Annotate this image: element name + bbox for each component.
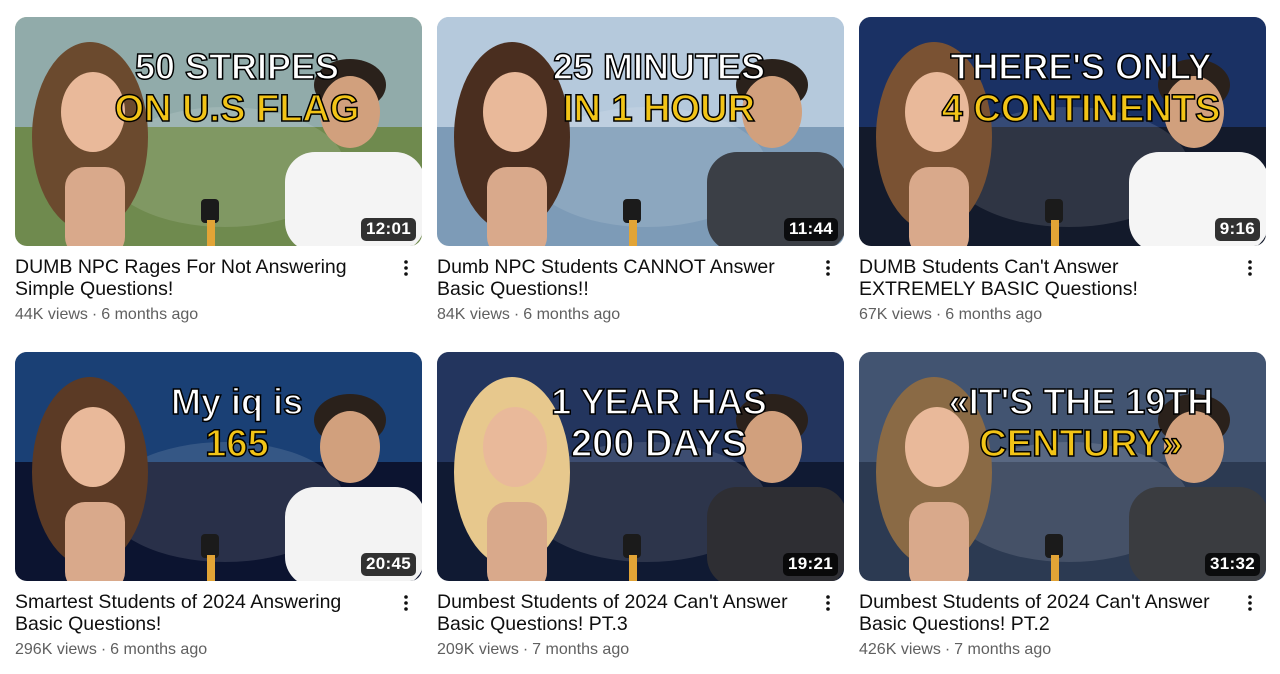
separator: · — [944, 641, 951, 658]
svg-text:ON U.S FLAG: ON U.S FLAG — [115, 88, 360, 130]
video-duration: 11:44 — [783, 218, 838, 241]
svg-text:1 YEAR HAS: 1 YEAR HAS — [551, 381, 766, 422]
video-duration: 12:01 — [361, 218, 416, 241]
video-stats: 67K views · 6 months ago — [859, 306, 1230, 324]
view-count: 44K views — [15, 306, 88, 323]
video-card[interactable]: 50 STRIPES ON U.S FLAG 12:01 DUMB NPC Ra… — [15, 17, 422, 327]
video-meta: Smartest Students of 2024 Answering Basi… — [15, 581, 422, 659]
thumbnail-art: «IT'S THE 19TH CENTURY» — [859, 352, 1266, 581]
svg-text:50 STRIPES: 50 STRIPES — [135, 46, 339, 87]
view-count: 67K views — [859, 306, 932, 323]
vertical-ellipsis-icon[interactable] — [1240, 589, 1260, 617]
video-meta: Dumb NPC Students CANNOT Answer Basic Qu… — [437, 246, 844, 324]
upload-age: 7 months ago — [532, 641, 630, 658]
svg-text:CENTURY»: CENTURY» — [979, 423, 1182, 465]
svg-text:200 DAYS: 200 DAYS — [571, 423, 747, 465]
video-meta: Dumbest Students of 2024 Can't Answer Ba… — [437, 581, 844, 659]
video-card[interactable]: My iq is 165 20:45 Smartest Students of … — [15, 352, 422, 662]
svg-text:4 CONTINENTS: 4 CONTINENTS — [942, 88, 1221, 130]
separator: · — [513, 306, 520, 323]
video-stats: 84K views · 6 months ago — [437, 306, 808, 324]
video-duration: 31:32 — [1205, 553, 1260, 576]
view-count: 209K views — [437, 641, 519, 658]
view-count: 84K views — [437, 306, 510, 323]
video-grid: 50 STRIPES ON U.S FLAG 12:01 DUMB NPC Ra… — [15, 17, 1266, 662]
thumbnail-art: 25 MINUTES IN 1 HOUR — [437, 17, 844, 246]
thumbnail-art: 50 STRIPES ON U.S FLAG — [15, 17, 422, 246]
upload-age: 6 months ago — [523, 306, 621, 323]
svg-text:25 MINUTES: 25 MINUTES — [553, 46, 765, 87]
video-meta: Dumbest Students of 2024 Can't Answer Ba… — [859, 581, 1266, 659]
video-card[interactable]: 25 MINUTES IN 1 HOUR 11:44 Dumb NPC Stud… — [437, 17, 844, 327]
video-thumbnail[interactable]: THERE'S ONLY 4 CONTINENTS 9:16 — [859, 17, 1266, 246]
vertical-ellipsis-icon[interactable] — [1240, 254, 1260, 282]
video-card[interactable]: «IT'S THE 19TH CENTURY» 31:32 Dumbest St… — [859, 352, 1266, 662]
thumbnail-art: 1 YEAR HAS 200 DAYS — [437, 352, 844, 581]
separator: · — [935, 306, 942, 323]
video-title[interactable]: DUMB Students Can't Answer EXTREMELY BAS… — [859, 256, 1230, 300]
vertical-ellipsis-icon[interactable] — [396, 589, 416, 617]
thumbnail-art: THERE'S ONLY 4 CONTINENTS — [859, 17, 1266, 246]
video-meta: DUMB Students Can't Answer EXTREMELY BAS… — [859, 246, 1266, 324]
video-card[interactable]: 1 YEAR HAS 200 DAYS 19:21 Dumbest Studen… — [437, 352, 844, 662]
vertical-ellipsis-icon[interactable] — [396, 254, 416, 282]
upload-age: 6 months ago — [945, 306, 1043, 323]
upload-age: 7 months ago — [954, 641, 1052, 658]
video-title[interactable]: Dumbest Students of 2024 Can't Answer Ba… — [437, 591, 808, 635]
svg-text:My iq is: My iq is — [171, 381, 303, 422]
svg-text:«IT'S THE 19TH: «IT'S THE 19TH — [949, 381, 1214, 422]
upload-age: 6 months ago — [110, 641, 208, 658]
vertical-ellipsis-icon[interactable] — [818, 589, 838, 617]
vertical-ellipsis-icon[interactable] — [818, 254, 838, 282]
video-duration: 9:16 — [1214, 218, 1260, 241]
video-title[interactable]: DUMB NPC Rages For Not Answering Simple … — [15, 256, 386, 300]
video-stats: 209K views · 7 months ago — [437, 641, 808, 659]
video-title[interactable]: Dumbest Students of 2024 Can't Answer Ba… — [859, 591, 1230, 635]
video-thumbnail[interactable]: «IT'S THE 19TH CENTURY» 31:32 — [859, 352, 1266, 581]
thumbnail-art: My iq is 165 — [15, 352, 422, 581]
video-stats: 296K views · 6 months ago — [15, 641, 386, 659]
video-duration: 19:21 — [783, 553, 838, 576]
svg-text:IN 1 HOUR: IN 1 HOUR — [563, 88, 755, 130]
upload-age: 6 months ago — [101, 306, 199, 323]
video-card[interactable]: THERE'S ONLY 4 CONTINENTS 9:16 DUMB Stud… — [859, 17, 1266, 327]
svg-text:THERE'S ONLY: THERE'S ONLY — [950, 46, 1211, 87]
separator: · — [100, 641, 107, 658]
video-stats: 426K views · 7 months ago — [859, 641, 1230, 659]
video-thumbnail[interactable]: 1 YEAR HAS 200 DAYS 19:21 — [437, 352, 844, 581]
view-count: 426K views — [859, 641, 941, 658]
video-title[interactable]: Smartest Students of 2024 Answering Basi… — [15, 591, 386, 635]
video-thumbnail[interactable]: 50 STRIPES ON U.S FLAG 12:01 — [15, 17, 422, 246]
separator: · — [91, 306, 98, 323]
video-thumbnail[interactable]: My iq is 165 20:45 — [15, 352, 422, 581]
video-title[interactable]: Dumb NPC Students CANNOT Answer Basic Qu… — [437, 256, 808, 300]
video-duration: 20:45 — [361, 553, 416, 576]
video-meta: DUMB NPC Rages For Not Answering Simple … — [15, 246, 422, 324]
separator: · — [522, 641, 529, 658]
svg-text:165: 165 — [205, 423, 268, 465]
video-thumbnail[interactable]: 25 MINUTES IN 1 HOUR 11:44 — [437, 17, 844, 246]
view-count: 296K views — [15, 641, 97, 658]
video-stats: 44K views · 6 months ago — [15, 306, 386, 324]
